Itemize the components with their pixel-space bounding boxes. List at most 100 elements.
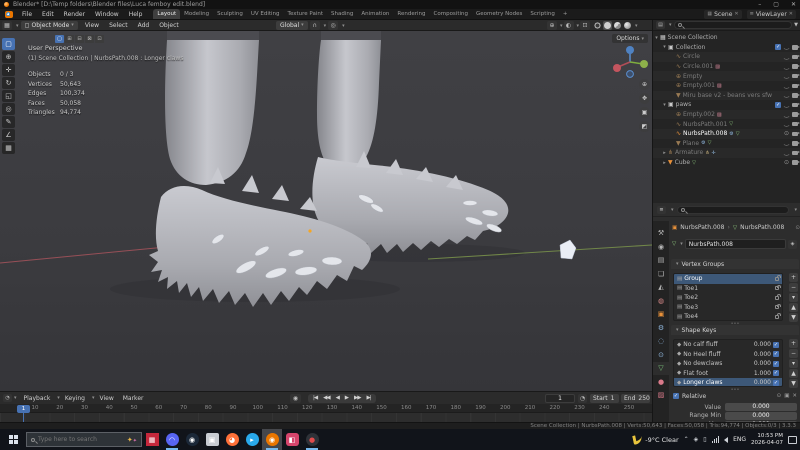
eye-open-icon[interactable]: ⊙ — [784, 131, 789, 137]
viewport-3d[interactable]: ▢⊕✛↻◱◎✎∠▦ ▢⊞⊟⊠⊡ User Perspective (1) Sce… — [0, 31, 652, 391]
timeline-menu-marker[interactable]: Marker — [119, 393, 148, 404]
shape-key-mute-checkbox[interactable] — [773, 370, 779, 376]
menu-file[interactable]: File — [17, 9, 37, 20]
workspace-tab-sculpting[interactable]: Sculpting — [213, 9, 247, 19]
outliner-row-armature[interactable]: ▸⋔Armature⋔✛‿ — [653, 148, 800, 158]
taskbar-search-input[interactable] — [38, 436, 108, 443]
add-workspace-button[interactable]: + — [559, 9, 572, 19]
solid-icon[interactable] — [603, 21, 612, 30]
camera-render-icon[interactable] — [792, 151, 798, 156]
shape-key-row-no-calf-fluff[interactable]: ◆No calf fluff0.000 — [674, 340, 782, 350]
workspace-tab-uv-editing[interactable]: UV Editing — [247, 9, 284, 19]
workspace-tab-animation[interactable]: Animation — [357, 9, 393, 19]
value-field[interactable]: 0.000 — [725, 403, 797, 411]
taskbar-app-files[interactable]: ▣ — [202, 429, 222, 450]
mode-dropdown[interactable]: ◻ Object Mode▾ — [21, 21, 78, 30]
shape-key-mute-checkbox[interactable] — [773, 342, 779, 348]
camera-render-icon[interactable] — [792, 160, 798, 165]
tray-expand-icon[interactable]: ⌃ — [684, 436, 689, 443]
sk-move-up-button[interactable]: ▲ — [789, 369, 798, 378]
breadcrumb-object[interactable]: NurbsPath.008 — [680, 224, 724, 231]
camera-render-icon[interactable] — [792, 132, 798, 137]
timeline-ruler[interactable]: 1020304050607080901001101201301401501601… — [0, 404, 652, 413]
navigation-gizmo[interactable] — [610, 43, 650, 81]
clear-shape-icon[interactable]: ✕ — [792, 393, 797, 399]
play-reverse-button[interactable]: ◀ — [333, 394, 342, 403]
prev-keyframe-button[interactable]: ◀◀ — [320, 394, 332, 403]
taskbar-search[interactable]: ✦✦ — [26, 432, 142, 447]
weather-widget[interactable]: -9°C Clear — [633, 435, 678, 444]
rendered-icon[interactable] — [623, 21, 632, 30]
vertex-group-row-toe3[interactable]: ▤Toe3 — [674, 303, 782, 313]
proportional-editing-icon[interactable]: ◎ — [328, 21, 338, 30]
eye-closed-icon[interactable]: ‿ — [784, 112, 789, 118]
pan-icon[interactable]: ✥ — [639, 93, 650, 104]
sk-specials-menu-button[interactable]: ▾ — [789, 359, 798, 368]
properties-tab-material[interactable]: ● — [653, 376, 669, 389]
filter-icon[interactable]: ▼ — [794, 22, 798, 28]
outliner-row-circle-001[interactable]: ∿Circle.001▨‿ — [653, 62, 800, 72]
workspace-tab-compositing[interactable]: Compositing — [430, 9, 472, 19]
taskbar-app-discord[interactable]: ◠ — [162, 429, 182, 450]
viewlayer-selector[interactable]: ≣ ViewLayer ✕ — [747, 10, 796, 19]
vg-specials-menu-button[interactable]: ▾ — [789, 293, 798, 302]
orientation-dropdown[interactable]: Global▾ — [276, 21, 308, 30]
properties-options-icon[interactable]: ▾ — [794, 207, 797, 213]
outliner-row-circle[interactable]: ∿Circle‿ — [653, 52, 800, 62]
volume-icon[interactable] — [724, 437, 728, 443]
properties-tab-scene[interactable]: ◭ — [653, 281, 669, 294]
network-icon[interactable] — [712, 436, 720, 443]
shield-icon[interactable]: ◈ — [694, 436, 699, 443]
properties-tab-modifiers[interactable]: ⚙ — [653, 322, 669, 335]
frame-end-field[interactable]: End250 — [621, 394, 650, 403]
vg-move-down-button[interactable]: ▼ — [789, 313, 798, 322]
workspace-tab-scripting[interactable]: Scripting — [526, 9, 558, 19]
workspace-tab-texture-paint[interactable]: Texture Paint — [284, 9, 328, 19]
outliner-row-nurbspath-001[interactable]: ∿NurbsPath.001▽‿ — [653, 119, 800, 129]
sk-remove-button[interactable]: − — [789, 349, 798, 358]
pin-icon[interactable]: ⊙ — [795, 225, 800, 231]
move-icon[interactable]: ✛ — [2, 64, 15, 76]
camera-render-icon[interactable] — [792, 45, 798, 50]
workspace-tab-geometry-nodes[interactable]: Geometry Nodes — [472, 9, 526, 19]
outliner-display-mode-icon[interactable]: ▤ — [656, 21, 665, 29]
intersect-icon[interactable]: ⊡ — [95, 35, 104, 43]
rotate-icon[interactable]: ↻ — [2, 77, 15, 89]
properties-tab-view-layer[interactable]: ❏ — [653, 268, 669, 281]
minimize-button[interactable]: – — [758, 1, 761, 8]
camera-render-icon[interactable] — [792, 112, 798, 117]
range-min-field[interactable]: 0.000 — [725, 412, 797, 420]
snap-magnet-icon[interactable]: ∩ — [310, 21, 320, 30]
workspace-tab-shading[interactable]: Shading — [327, 9, 357, 19]
eye-closed-icon[interactable]: ‿ — [784, 150, 789, 156]
gizmos-toggle-icon[interactable]: ⊕ — [547, 21, 557, 30]
shape-key-row-no-heel-fluff[interactable]: ◆No Heel fluff0.000 — [674, 350, 782, 360]
properties-tab-texture[interactable]: ▨ — [653, 389, 669, 402]
perspective-toggle-icon[interactable]: ◩ — [639, 121, 650, 132]
menu-edit[interactable]: Edit — [37, 9, 59, 20]
shape-keys-panel-header[interactable]: ▾Shape Keys — [671, 325, 799, 335]
current-frame-field[interactable]: 1 — [545, 394, 575, 403]
camera-render-icon[interactable] — [792, 103, 798, 108]
properties-tab-physics[interactable]: ◌ — [653, 335, 669, 348]
workspace-tab-layout[interactable]: Layout — [153, 9, 180, 19]
properties-editor-icon[interactable]: ≣ — [657, 206, 666, 214]
taskbar-app-krita[interactable]: ◧ — [282, 429, 302, 450]
taskbar-app-telegram[interactable]: ▸ — [242, 429, 262, 450]
eye-closed-icon[interactable]: ‿ — [784, 92, 789, 98]
vertex-groups-panel-header[interactable]: ▾Vertex Groups — [671, 259, 799, 269]
outliner-row-cube[interactable]: ▸▼Cube▽⊙ — [653, 158, 800, 168]
vertex-group-row-toe1[interactable]: ▤Toe1 — [674, 284, 782, 294]
timeline-menu-keying[interactable]: Keying — [61, 393, 89, 404]
eye-closed-icon[interactable]: ‿ — [784, 73, 789, 79]
eye-closed-icon[interactable]: ‿ — [784, 102, 789, 108]
taskbar-app-red-tile[interactable]: ▦ — [142, 429, 162, 450]
camera-render-icon[interactable] — [792, 55, 798, 60]
notification-center-icon[interactable] — [788, 436, 797, 444]
breadcrumb-data[interactable]: NurbsPath.008 — [740, 224, 784, 231]
scene-selector[interactable]: ▦ Scene ✕ — [704, 10, 741, 19]
properties-tab-render[interactable]: ◉ — [653, 241, 669, 254]
pin-vertices-icon[interactable]: ⊙ — [777, 393, 782, 399]
eye-closed-icon[interactable]: ‿ — [784, 44, 789, 50]
fake-user-icon[interactable]: ◈ — [788, 240, 797, 249]
